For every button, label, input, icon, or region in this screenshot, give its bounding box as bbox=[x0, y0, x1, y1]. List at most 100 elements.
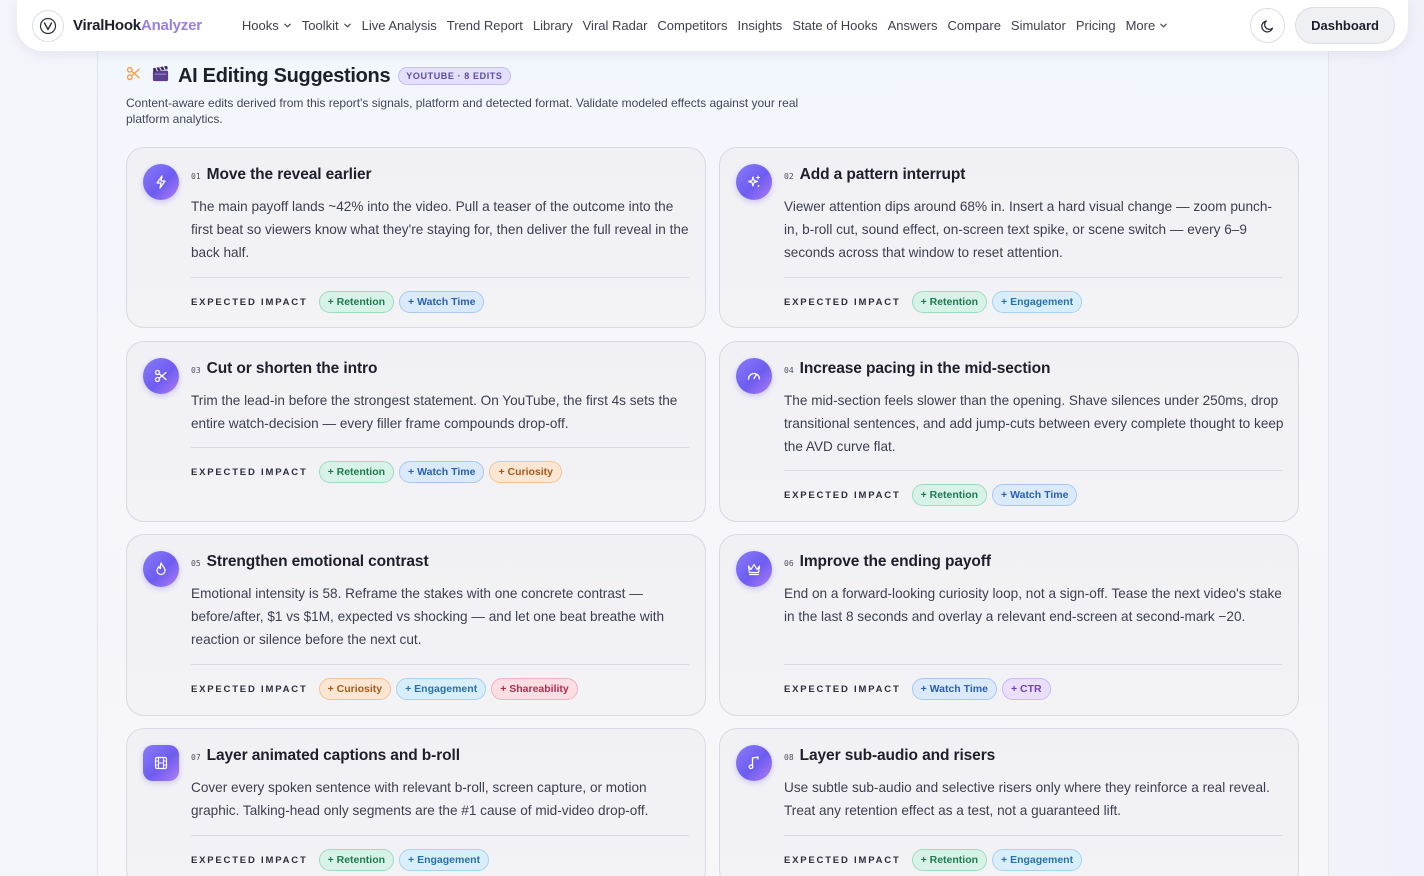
suggestion-card[interactable]: 07 Layer animated captions and b-roll Cove… bbox=[126, 728, 706, 876]
card-body: Use subtle sub-audio and selective riser… bbox=[784, 780, 1270, 818]
nav-link-label: Trend Report bbox=[446, 18, 523, 33]
impact-label: EXPECTED IMPACT bbox=[784, 854, 901, 866]
card-number: 07 bbox=[191, 753, 201, 762]
chevron-down-icon bbox=[343, 21, 352, 32]
nav-link-simulator[interactable]: Simulator bbox=[1006, 18, 1071, 33]
impact-row: EXPECTED IMPACT + Retention + Engagement bbox=[784, 291, 1087, 313]
suggestion-card[interactable]: 02 Add a pattern interrupt Viewer attentio… bbox=[719, 147, 1299, 328]
card-title-row: 07 Layer animated captions and b-roll bbox=[191, 747, 460, 765]
card-body: Viewer attention dips around 68% in. Ins… bbox=[784, 199, 1272, 260]
dashboard-button[interactable]: Dashboard bbox=[1295, 7, 1395, 44]
suggestion-card[interactable]: 08 Layer sub-audio and risers Use subtle s… bbox=[719, 728, 1299, 876]
nav-link-state-of-hooks[interactable]: State of Hooks bbox=[787, 18, 882, 33]
scissors-icon bbox=[143, 358, 179, 394]
impact-tag-curiosity: + Curiosity bbox=[489, 461, 562, 483]
nav-links: Hooks Toolkit Live Analysis Trend Report Lib… bbox=[237, 18, 1173, 33]
nav-link-viral-radar[interactable]: Viral Radar bbox=[578, 18, 653, 33]
card-divider bbox=[191, 664, 689, 665]
impact-tag-engagement: + Engagement bbox=[399, 849, 490, 871]
impact-tag-shareability: + Shareability bbox=[491, 678, 578, 700]
impact-tag-watch: + Watch Time bbox=[399, 461, 485, 483]
card-divider bbox=[191, 835, 689, 836]
card-body: The mid-section feels slower than the op… bbox=[784, 393, 1284, 454]
card-number: 03 bbox=[191, 366, 201, 375]
suggestion-card[interactable]: 05 Strengthen emotional contrast Emotional… bbox=[126, 534, 706, 716]
card-divider bbox=[784, 277, 1282, 278]
card-number: 01 bbox=[191, 172, 201, 181]
nav-link-toolkit[interactable]: Toolkit bbox=[297, 18, 357, 33]
nav-link-label: State of Hooks bbox=[792, 18, 878, 33]
impact-row: EXPECTED IMPACT + Retention + Engagement bbox=[191, 849, 494, 871]
card-title-row: 03 Cut or shorten the intro bbox=[191, 360, 377, 378]
impact-label: EXPECTED IMPACT bbox=[191, 466, 308, 478]
nav-link-label: Hooks bbox=[241, 18, 279, 33]
theme-toggle-button[interactable] bbox=[1250, 8, 1286, 43]
card-title: Increase pacing in the mid-section bbox=[799, 360, 1051, 377]
card-divider bbox=[784, 470, 1282, 471]
card-number: 05 bbox=[191, 559, 201, 568]
card-divider bbox=[784, 664, 1282, 665]
card-title: Layer animated captions and b-roll bbox=[206, 747, 460, 764]
impact-row: EXPECTED IMPACT + Retention + Watch Time + … bbox=[191, 461, 567, 483]
impact-tag-engagement: + Engagement bbox=[396, 678, 487, 700]
moon-icon bbox=[1260, 19, 1273, 32]
nav-link-label: Viral Radar bbox=[582, 18, 648, 33]
impact-tag-retention: + Retention bbox=[911, 484, 988, 506]
sparkles-icon bbox=[736, 164, 772, 200]
card-divider bbox=[784, 835, 1282, 836]
logo-icon[interactable] bbox=[32, 9, 64, 42]
scissors-accent-icon bbox=[126, 66, 141, 86]
suggestion-card[interactable]: 06 Improve the ending payoff End on a forw… bbox=[719, 534, 1299, 716]
impact-tag-retention: + Retention bbox=[911, 849, 988, 871]
impact-tag-engagement: + Engagement bbox=[992, 291, 1083, 313]
impact-tag-watch: + Watch Time bbox=[399, 291, 485, 313]
nav-link-label: Pricing bbox=[1075, 18, 1116, 33]
nav-link-trend-report[interactable]: Trend Report bbox=[442, 18, 528, 33]
section-description: Content-aware edits derived from this re… bbox=[126, 96, 799, 126]
brand-name[interactable]: ViralHookAnalyzer bbox=[73, 17, 202, 34]
impact-tag-retention: + Retention bbox=[318, 291, 395, 313]
nav-link-more[interactable]: More bbox=[1121, 18, 1174, 33]
clapperboard-icon bbox=[151, 64, 170, 88]
lightning-icon bbox=[143, 164, 179, 200]
section-title: AI Editing Suggestions bbox=[178, 64, 391, 87]
impact-tag-watch: + Watch Time bbox=[911, 678, 997, 700]
impact-tag-retention: + Retention bbox=[318, 461, 395, 483]
suggestion-card[interactable]: 04 Increase pacing in the mid-section The … bbox=[719, 341, 1299, 522]
card-title-row: 01 Move the reveal earlier bbox=[191, 166, 372, 184]
nav-link-label: Competitors bbox=[657, 18, 728, 33]
section-badge: YOUTUBE · 8 EDITS bbox=[398, 67, 511, 85]
card-number: 08 bbox=[784, 753, 794, 762]
impact-label: EXPECTED IMPACT bbox=[191, 854, 308, 866]
impact-label: EXPECTED IMPACT bbox=[784, 489, 901, 501]
impact-label: EXPECTED IMPACT bbox=[784, 683, 901, 695]
suggestion-card[interactable]: 03 Cut or shorten the intro Trim the lead-… bbox=[126, 341, 706, 522]
nav-link-hooks[interactable]: Hooks bbox=[237, 18, 297, 33]
card-body: End on a forward-looking curiosity loop,… bbox=[784, 586, 1282, 624]
impact-row: EXPECTED IMPACT + Watch Time + CTR bbox=[784, 678, 1056, 700]
suggestion-card[interactable]: 01 Move the reveal earlier The main payoff… bbox=[126, 147, 706, 328]
impact-row: EXPECTED IMPACT + Curiosity + Engagement + … bbox=[191, 678, 583, 700]
nav-link-insights[interactable]: Insights bbox=[733, 18, 788, 33]
nav-link-competitors[interactable]: Competitors bbox=[652, 18, 732, 33]
card-title: Strengthen emotional contrast bbox=[206, 553, 429, 570]
card-title-row: 05 Strengthen emotional contrast bbox=[191, 553, 429, 571]
card-number: 04 bbox=[784, 366, 794, 375]
card-number: 02 bbox=[784, 172, 794, 181]
nav-link-label: Toolkit bbox=[301, 18, 339, 33]
card-title: Move the reveal earlier bbox=[206, 166, 372, 183]
impact-row: EXPECTED IMPACT + Retention + Watch Time bbox=[191, 291, 489, 313]
impact-row: EXPECTED IMPACT + Retention + Watch Time bbox=[784, 484, 1082, 506]
nav-link-label: Library bbox=[532, 18, 573, 33]
impact-tag-curiosity: + Curiosity bbox=[318, 678, 392, 700]
nav-link-answers[interactable]: Answers bbox=[883, 18, 943, 33]
chevron-down-icon bbox=[1159, 21, 1168, 32]
card-title-row: 02 Add a pattern interrupt bbox=[784, 166, 965, 184]
nav-link-library[interactable]: Library bbox=[528, 18, 578, 33]
card-divider bbox=[191, 447, 689, 448]
card-title: Add a pattern interrupt bbox=[799, 166, 966, 183]
nav-link-live-analysis[interactable]: Live Analysis bbox=[357, 18, 442, 33]
nav-link-pricing[interactable]: Pricing bbox=[1071, 18, 1121, 33]
nav-link-compare[interactable]: Compare bbox=[942, 18, 1005, 33]
nav-link-label: Insights bbox=[737, 18, 783, 33]
